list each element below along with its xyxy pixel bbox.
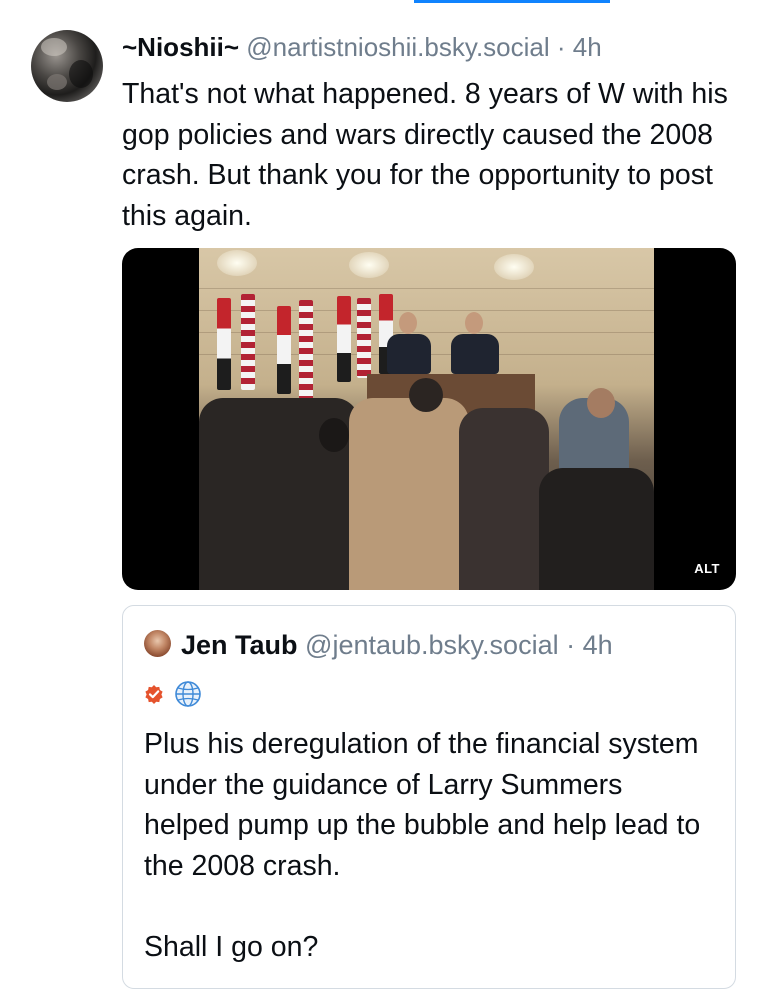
quoted-post-timestamp[interactable]: 4h bbox=[583, 630, 613, 660]
quoted-author-handle[interactable]: @jentaub.bsky.social bbox=[305, 630, 559, 660]
globe-icon[interactable] bbox=[174, 680, 202, 708]
verified-check-icon[interactable] bbox=[144, 684, 164, 704]
quoted-post-paragraph-1: Plus his deregulation of the financial s… bbox=[144, 728, 701, 882]
post-timestamp[interactable]: 4h bbox=[573, 32, 602, 62]
post-video[interactable]: AP ALT bbox=[122, 248, 736, 590]
post[interactable]: ~Nioshii~ @nartistnioshii.bsky.social · … bbox=[0, 0, 762, 1000]
post-text: That's not what happened. 8 years of W w… bbox=[122, 78, 728, 232]
post-header: ~Nioshii~ @nartistnioshii.bsky.social · … bbox=[122, 30, 602, 64]
author-avatar[interactable] bbox=[31, 30, 103, 102]
quoted-post-header: Jen Taub @jentaub.bsky.social · 4h bbox=[181, 628, 613, 662]
quoted-post-paragraph-2: Shall I go on? bbox=[144, 930, 319, 963]
alt-text-button[interactable]: ALT bbox=[690, 559, 724, 578]
quoted-post[interactable]: Jen Taub @jentaub.bsky.social · 4h Plus … bbox=[122, 605, 736, 989]
author-display-name[interactable]: ~Nioshii~ bbox=[122, 32, 239, 62]
quoted-post-text: Plus his deregulation of the financial s… bbox=[144, 724, 714, 967]
separator-dot: · bbox=[566, 630, 576, 660]
video-frame: AP bbox=[199, 248, 654, 590]
quoted-author-avatar[interactable] bbox=[144, 630, 171, 657]
quoted-author-display-name[interactable]: Jen Taub bbox=[181, 630, 298, 660]
author-handle[interactable]: @nartistnioshii.bsky.social bbox=[246, 32, 549, 62]
separator-dot: · bbox=[556, 32, 566, 62]
